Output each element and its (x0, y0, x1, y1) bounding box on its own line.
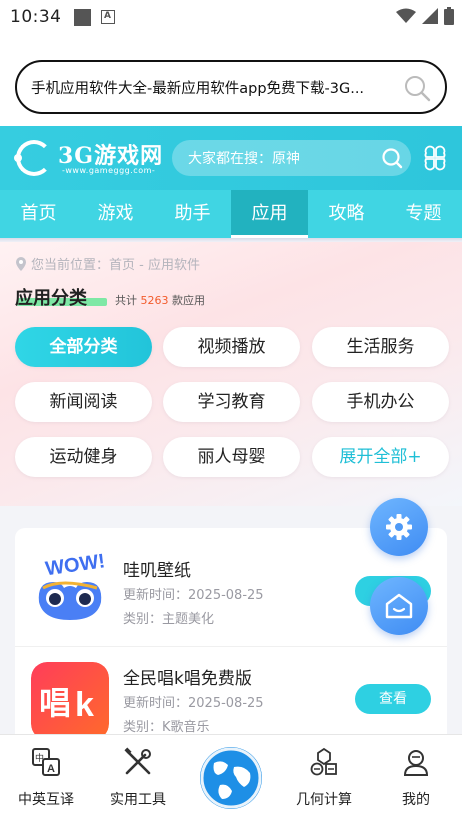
app-category: 类别：K歌音乐 (123, 720, 210, 735)
logo-subtitle: -www.gameggg.com- (62, 166, 156, 175)
bottom-nav-label: 几何计算 (296, 792, 352, 808)
app-category: 类别：主题美化 (123, 612, 215, 627)
category-count-number: 5263 (140, 294, 169, 307)
breadcrumb-text[interactable]: 您当前位置：首页 - 应用软件 (31, 254, 200, 273)
site-search-icon[interactable] (381, 147, 403, 169)
karaoke-icon: 唱 k (31, 662, 109, 740)
tab-home[interactable]: 首页 (0, 190, 77, 238)
status-bar: 10:34 A (0, 0, 462, 34)
notification-square-icon (73, 8, 91, 26)
bottom-nav-tools[interactable]: 实用工具 (92, 735, 184, 821)
geometry-icon (310, 747, 337, 776)
category-panel: 您当前位置：首页 - 应用软件 应用分类 共计 5263 款应用 全部分类 视频… (0, 242, 462, 506)
bottom-nav-label: 我的 (402, 792, 430, 808)
category-education-button[interactable]: 学习教育 (163, 382, 300, 422)
site-search-input[interactable]: 大家都在搜：原神 (172, 140, 411, 176)
bottom-nav: 中 A 中英互译 实用工具 几何计算 我的 (0, 734, 462, 821)
category-life-button[interactable]: 生活服务 (312, 327, 449, 367)
site-logo[interactable]: 3G游戏网 -www.gameggg.com- (14, 136, 164, 180)
bottom-nav-label: 实用工具 (110, 792, 166, 808)
location-pin-icon (16, 256, 26, 271)
category-beauty-button[interactable]: 丽人母婴 (163, 437, 300, 477)
category-sports-button[interactable]: 运动健身 (15, 437, 152, 477)
site-header: 3G游戏网 -www.gameggg.com- 大家都在搜：原神 (0, 126, 462, 190)
tab-apps[interactable]: 应用 (231, 190, 308, 238)
app-updated: 更新时间：2025-08-25 (123, 588, 264, 603)
bottom-nav-label: 中英互译 (18, 792, 74, 808)
category-title-wrap: 应用分类 (15, 284, 107, 310)
home-fab[interactable] (370, 577, 428, 635)
url-bar[interactable]: 手机应用软件大全-最新应用软件app免费下载-3G... (15, 60, 447, 114)
bottom-nav-geometry[interactable]: 几何计算 (278, 735, 370, 821)
signal-icon (422, 8, 438, 24)
app-name[interactable]: 哇叽壁纸 (123, 556, 191, 581)
category-count: 共计 5263 款应用 (115, 294, 205, 307)
search-icon[interactable] (403, 74, 431, 102)
tools-icon (124, 747, 151, 775)
translate-icon: 中 A (32, 748, 60, 776)
app-list-item[interactable]: 唱 k 全民唱k唱免费版 更新时间：2025-08-25 类别：K歌音乐 查看 (15, 646, 447, 746)
category-title: 应用分类 (15, 288, 87, 309)
tab-topics[interactable]: 专题 (385, 190, 462, 238)
site-search-placeholder: 大家都在搜：原神 (188, 151, 300, 167)
category-news-button[interactable]: 新闻阅读 (15, 382, 152, 422)
app-updated: 更新时间：2025-08-25 (123, 696, 264, 711)
breadcrumb: 您当前位置：首页 - 应用软件 (15, 254, 200, 273)
category-office-button[interactable]: 手机办公 (312, 382, 449, 422)
svg-text:唱: 唱 (39, 684, 71, 722)
battery-icon (444, 7, 454, 25)
bottom-nav-translate[interactable]: 中 A 中英互译 (0, 735, 92, 821)
status-time: 10:34 (10, 7, 62, 27)
url-text[interactable]: 手机应用软件大全-最新应用软件app免费下载-3G... (31, 77, 391, 98)
app-name[interactable]: 全民唱k唱免费版 (123, 664, 252, 689)
category-all-button[interactable]: 全部分类 (15, 327, 152, 367)
home-face-icon (385, 593, 413, 619)
status-indicators (396, 7, 454, 25)
svg-text:A: A (47, 763, 55, 775)
category-expand-button[interactable]: 展开全部+ (312, 437, 449, 477)
tab-guides[interactable]: 攻略 (308, 190, 385, 238)
tab-games[interactable]: 游戏 (77, 190, 154, 238)
tab-assistant[interactable]: 助手 (154, 190, 231, 238)
svg-text:k: k (75, 686, 94, 724)
category-video-button[interactable]: 视频播放 (163, 327, 300, 367)
app-list-card: WOW! 哇叽壁纸 更新时间：2025-08-25 类别：主题美化 查看 (15, 528, 447, 748)
main-nav: 首页 游戏 助手 应用 攻略 专题 (0, 190, 462, 238)
gear-icon (386, 514, 412, 540)
wow-icon: WOW! (31, 544, 109, 622)
view-button[interactable]: 查看 (355, 684, 431, 714)
profile-icon (403, 750, 429, 776)
wifi-icon (396, 8, 416, 23)
globe-icon[interactable] (200, 747, 262, 809)
settings-fab[interactable] (370, 498, 428, 556)
bottom-nav-profile[interactable]: 我的 (370, 735, 462, 821)
notification-a-icon: A (100, 10, 115, 24)
clover-menu-icon[interactable] (422, 145, 448, 171)
